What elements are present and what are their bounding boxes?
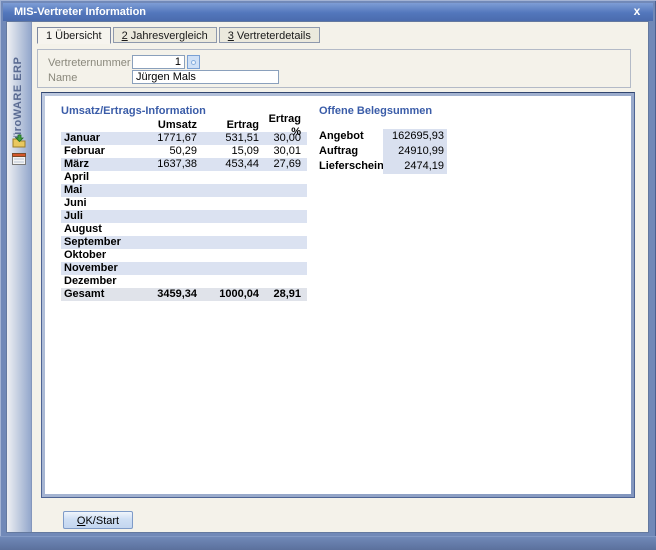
- header-umsatz: Umsatz: [125, 119, 197, 132]
- lookup-icon: [191, 60, 196, 65]
- main-panel: Umsatz/Ertrags-Information Offene Belegs…: [45, 96, 631, 494]
- table-row: August: [61, 223, 307, 236]
- window-form-icon[interactable]: [11, 151, 27, 167]
- table-row: Oktober: [61, 249, 307, 262]
- vertreternummer-input[interactable]: [132, 55, 185, 69]
- close-icon[interactable]: x: [630, 3, 644, 21]
- tab-label: Vertreterdetails: [237, 30, 311, 42]
- table-row: November: [61, 262, 307, 275]
- screenshot-stage: MIS-Vertreter Information x BüroWARE ERP: [0, 0, 656, 550]
- lookup-button[interactable]: [187, 55, 200, 69]
- vertreternummer-label: Vertreternummer: [48, 57, 131, 69]
- dialog-body: BüroWARE ERP: [6, 21, 649, 533]
- name-label: Name: [48, 72, 77, 84]
- beleg-label: Auftrag: [319, 144, 383, 159]
- ok-start-button[interactable]: OK/Start: [63, 511, 133, 529]
- main-panel-frame: Umsatz/Ertrags-Information Offene Belegs…: [41, 92, 635, 498]
- table-row: März1637,38453,4427,69: [61, 158, 307, 171]
- beleg-value: 2474,19: [383, 159, 447, 174]
- table-row: Juli: [61, 210, 307, 223]
- tab-number: 2: [122, 30, 128, 42]
- name-input[interactable]: [132, 70, 279, 84]
- table-total-row: Gesamt 3459,34 1000,04 28,91: [61, 288, 307, 301]
- title-bar[interactable]: MIS-Vertreter Information x: [3, 3, 653, 21]
- tab-vertreterdetails[interactable]: 3Vertreterdetails: [219, 27, 320, 43]
- table-row: Juni: [61, 197, 307, 210]
- table-body: Januar1771,67531,5130,00 Februar50,2915,…: [61, 132, 307, 288]
- vertreter-fieldset: Vertreternummer Name: [37, 49, 631, 88]
- folder-import-icon[interactable]: [11, 134, 27, 150]
- table-row: Februar50,2915,0930,01: [61, 145, 307, 158]
- ok-button-rest: K/Start: [85, 515, 119, 527]
- header-ertrag: Ertrag: [197, 119, 259, 132]
- beleg-panel: Angebot 162695,93 Auftrag 24910,99 Liefe…: [319, 129, 447, 174]
- umsatz-section-title: Umsatz/Ertrags-Information: [61, 105, 206, 117]
- beleg-section-title: Offene Belegsummen: [319, 105, 432, 117]
- beleg-label: Lieferschein: [319, 159, 383, 174]
- table-header-row: Umsatz Ertrag Ertrag %: [61, 119, 307, 132]
- beleg-value: 24910,99: [383, 144, 447, 159]
- tab-bar: 1Übersicht 2Jahresvergleich 3Vertreterde…: [37, 27, 320, 44]
- sidebar: BüroWARE ERP: [7, 22, 32, 532]
- beleg-label: Angebot: [319, 129, 383, 144]
- window: MIS-Vertreter Information x BüroWARE ERP: [0, 0, 656, 550]
- umsatz-table: Umsatz Ertrag Ertrag % Januar1771,67531,…: [61, 119, 307, 301]
- tab-uebersicht[interactable]: 1Übersicht: [37, 27, 111, 44]
- tab-label: Jahresvergleich: [131, 30, 208, 42]
- tab-number: 1: [46, 30, 52, 42]
- table-row: Januar1771,67531,5130,00: [61, 132, 307, 145]
- beleg-row: Angebot 162695,93: [319, 129, 447, 144]
- beleg-row: Lieferschein 2474,19: [319, 159, 447, 174]
- table-row: Dezember: [61, 275, 307, 288]
- tab-jahresvergleich[interactable]: 2Jahresvergleich: [113, 27, 217, 43]
- brand-logo: BüroWARE ERP: [12, 27, 24, 147]
- tab-number: 3: [228, 30, 234, 42]
- beleg-value: 162695,93: [383, 129, 447, 144]
- table-row: April: [61, 171, 307, 184]
- window-title: MIS-Vertreter Information: [14, 6, 146, 18]
- table-row: September: [61, 236, 307, 249]
- beleg-row: Auftrag 24910,99: [319, 144, 447, 159]
- table-row: Mai: [61, 184, 307, 197]
- tab-label: Übersicht: [55, 30, 101, 42]
